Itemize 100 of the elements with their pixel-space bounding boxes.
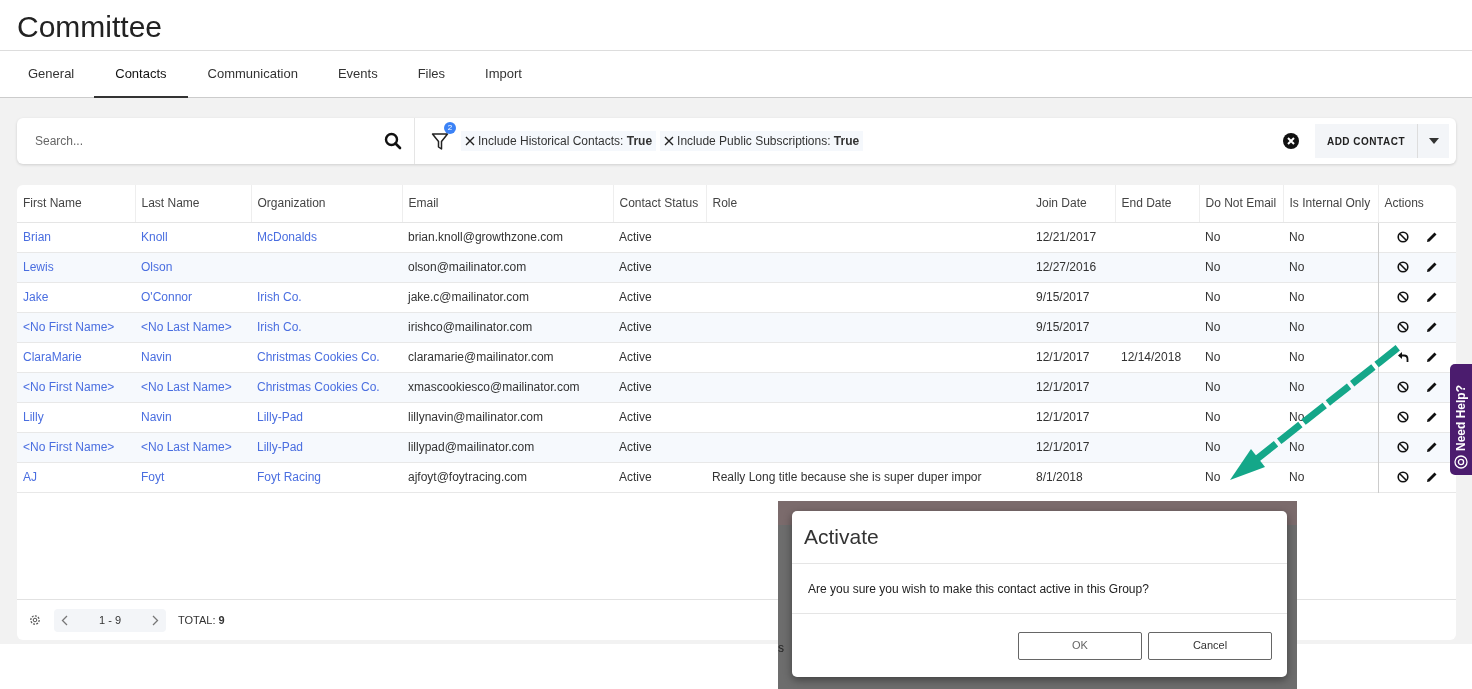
ok-button[interactable]: OK	[1018, 631, 1142, 660]
table-link[interactable]: AJ	[17, 462, 135, 492]
table-cell: 12/14/2018	[1115, 342, 1199, 372]
table-cell: No	[1283, 222, 1378, 252]
pencil-icon[interactable]	[1425, 231, 1438, 243]
tab[interactable]: Events	[327, 51, 388, 97]
pencil-icon[interactable]	[1425, 411, 1438, 423]
search-icon[interactable]	[384, 132, 402, 150]
tab[interactable]: Files	[407, 51, 456, 97]
dropdown-button[interactable]	[1418, 124, 1449, 158]
table-link[interactable]: McDonalds	[251, 222, 402, 252]
pencil-icon[interactable]	[1425, 261, 1438, 273]
pencil-icon[interactable]	[1425, 381, 1438, 393]
table-cell: Active	[613, 432, 706, 462]
column-header: Is Internal Only	[1283, 185, 1378, 222]
table-link[interactable]: Knoll	[135, 222, 251, 252]
tab[interactable]: Communication	[197, 51, 308, 97]
page-range: 1 - 9	[99, 612, 121, 628]
ban-icon[interactable]	[1396, 291, 1409, 303]
column-header: Last Name	[135, 185, 251, 222]
table-cell: 12/1/2017	[1030, 342, 1115, 372]
table-link[interactable]: Navin	[135, 402, 251, 432]
table-cell: No	[1199, 282, 1283, 312]
next-page-icon[interactable]	[152, 614, 159, 626]
table-cell: No	[1199, 432, 1283, 462]
table-link[interactable]: <No First Name>	[17, 312, 135, 342]
table-cell: 9/15/2017	[1030, 282, 1115, 312]
table-link[interactable]: <No First Name>	[17, 372, 135, 402]
table-link[interactable]: <No Last Name>	[135, 372, 251, 402]
filter-icon[interactable]	[431, 132, 449, 151]
column-header: Organization	[251, 185, 402, 222]
dialog-message: Are you sure you wish to make this contact active in this Group?	[808, 580, 1149, 598]
table-cell: Active	[613, 312, 706, 342]
ban-icon[interactable]	[1396, 321, 1409, 333]
table-cell: brian.knoll@growthzone.com	[402, 222, 613, 252]
table-link[interactable]: ClaraMarie	[17, 342, 135, 372]
add-contact-button[interactable]: ADD CONTACT	[1314, 124, 1418, 158]
table-link[interactable]: <No Last Name>	[135, 312, 251, 342]
column-header: First Name	[17, 185, 135, 222]
ban-icon[interactable]	[1396, 411, 1409, 423]
table-cell: xmascookiesco@mailinator.com	[402, 372, 613, 402]
ban-icon[interactable]	[1396, 231, 1409, 243]
column-header: End Date	[1115, 185, 1199, 222]
clear-filters-icon[interactable]	[1282, 133, 1299, 149]
help-tab[interactable]: Need Help?	[1450, 364, 1472, 475]
table-link[interactable]: Christmas Cookies Co.	[251, 342, 402, 372]
table-cell: irishco@mailinator.com	[402, 312, 613, 342]
column-header: Email	[402, 185, 613, 222]
table-cell: jake.c@mailinator.com	[402, 282, 613, 312]
pencil-icon[interactable]	[1425, 441, 1438, 453]
ban-icon[interactable]	[1396, 441, 1409, 453]
caret-icon	[1428, 138, 1439, 144]
table-link[interactable]: Lewis	[17, 252, 135, 282]
table-cell: Active	[613, 462, 706, 492]
remove-icon[interactable]	[664, 136, 675, 146]
table-link[interactable]: <No First Name>	[17, 432, 135, 462]
table-cell: 8/1/2018	[1030, 462, 1115, 492]
table-cell: No	[1283, 252, 1378, 282]
remove-icon[interactable]	[465, 136, 475, 146]
table-cell: 12/1/2017	[1030, 432, 1115, 462]
table-link[interactable]: <No Last Name>	[135, 432, 251, 462]
table-link[interactable]: Lilly-Pad	[251, 432, 402, 462]
pencil-icon[interactable]	[1425, 471, 1438, 483]
table-link[interactable]: Lilly-Pad	[251, 402, 402, 432]
ban-icon[interactable]	[1396, 471, 1409, 483]
table-link[interactable]: Irish Co.	[251, 312, 402, 342]
lifebuoy-icon	[1454, 455, 1468, 469]
table-link[interactable]: Jake	[17, 282, 135, 312]
settings-icon[interactable]	[29, 614, 41, 626]
pencil-icon[interactable]	[1425, 321, 1438, 333]
table-cell: No	[1283, 282, 1378, 312]
table-cell: lillypad@mailinator.com	[402, 432, 613, 462]
pencil-icon[interactable]	[1425, 291, 1438, 303]
ban-icon[interactable]	[1396, 381, 1409, 393]
table-link[interactable]: Foyt	[135, 462, 251, 492]
table-link[interactable]: Irish Co.	[251, 282, 402, 312]
filter-count-badge: 2	[444, 122, 456, 134]
table-cell: No	[1199, 372, 1283, 402]
table-cell: claramarie@mailinator.com	[402, 342, 613, 372]
table-cell: No	[1199, 312, 1283, 342]
table-cell: olson@mailinator.com	[402, 252, 613, 282]
table-link[interactable]: O'Connor	[135, 282, 251, 312]
ban-icon[interactable]	[1396, 261, 1409, 273]
column-header: Role	[706, 185, 1030, 222]
cancel-button[interactable]: Cancel	[1148, 631, 1272, 660]
tab[interactable]: Import	[475, 51, 532, 97]
tab[interactable]: General	[18, 51, 85, 97]
table-link[interactable]: Brian	[17, 222, 135, 252]
table-link[interactable]: Lilly	[17, 402, 135, 432]
table-link[interactable]: Olson	[135, 252, 251, 282]
table-cell: 9/15/2017	[1030, 312, 1115, 342]
table-link[interactable]: Christmas Cookies Co.	[251, 372, 402, 402]
table-cell: No	[1283, 312, 1378, 342]
pencil-icon[interactable]	[1425, 351, 1438, 363]
search-field[interactable]: Search...	[35, 132, 384, 150]
table-link[interactable]: Navin	[135, 342, 251, 372]
table-cell: No	[1199, 222, 1283, 252]
previous-page-icon[interactable]	[61, 614, 68, 626]
undo-icon[interactable]	[1396, 351, 1409, 363]
table-link[interactable]: Foyt Racing	[251, 462, 402, 492]
